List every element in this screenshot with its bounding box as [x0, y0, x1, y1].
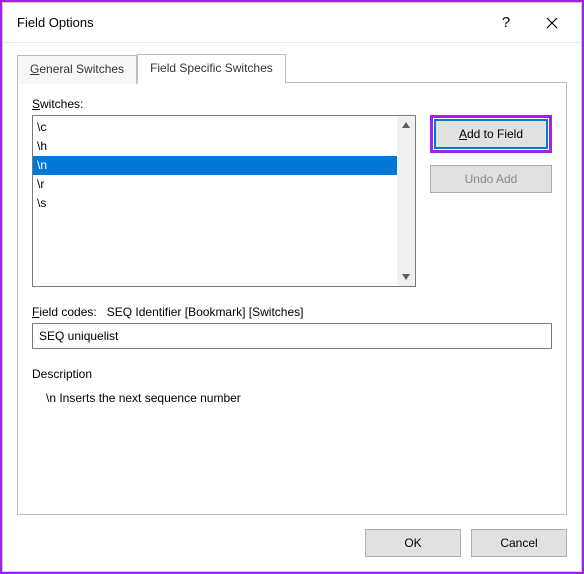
field-codes-label: Field codes:SEQ Identifier [Bookmark] [S… — [32, 305, 303, 319]
scroll-up-icon[interactable] — [399, 118, 413, 132]
titlebar: Field Options ? — [3, 3, 581, 43]
tab-field-specific-switches[interactable]: Field Specific Switches — [137, 54, 286, 84]
close-button[interactable] — [529, 7, 575, 39]
help-button[interactable]: ? — [483, 7, 529, 39]
switches-listbox[interactable]: \c\h\n\r\s — [32, 115, 416, 287]
tab-general-switches[interactable]: General Switches — [17, 55, 137, 84]
list-item[interactable]: \n — [33, 156, 397, 175]
add-to-field-highlight: Add to Field — [430, 115, 552, 153]
add-to-field-button[interactable]: Add to Field — [435, 120, 547, 148]
close-icon — [546, 17, 558, 29]
switches-label: Switches: — [32, 97, 416, 111]
list-item[interactable]: \r — [33, 175, 397, 194]
list-item[interactable]: \c — [33, 118, 397, 137]
window-title: Field Options — [17, 15, 483, 30]
field-options-dialog: Field Options ? General Switches Field S… — [2, 2, 582, 572]
list-item[interactable]: \s — [33, 194, 397, 213]
list-item[interactable]: \h — [33, 137, 397, 156]
dialog-footer: OK Cancel — [3, 515, 581, 571]
cancel-button[interactable]: Cancel — [471, 529, 567, 557]
undo-add-button[interactable]: Undo Add — [430, 165, 552, 193]
scroll-down-icon[interactable] — [399, 270, 413, 284]
tab-panel: Switches: \c\h\n\r\s — [17, 82, 567, 515]
description-text: \n Inserts the next sequence number — [46, 391, 552, 405]
tab-strip: General Switches Field Specific Switches — [17, 53, 567, 83]
description-label: Description — [32, 367, 552, 381]
field-codes-input[interactable] — [32, 323, 552, 349]
ok-button[interactable]: OK — [365, 529, 461, 557]
scrollbar[interactable] — [397, 116, 415, 286]
